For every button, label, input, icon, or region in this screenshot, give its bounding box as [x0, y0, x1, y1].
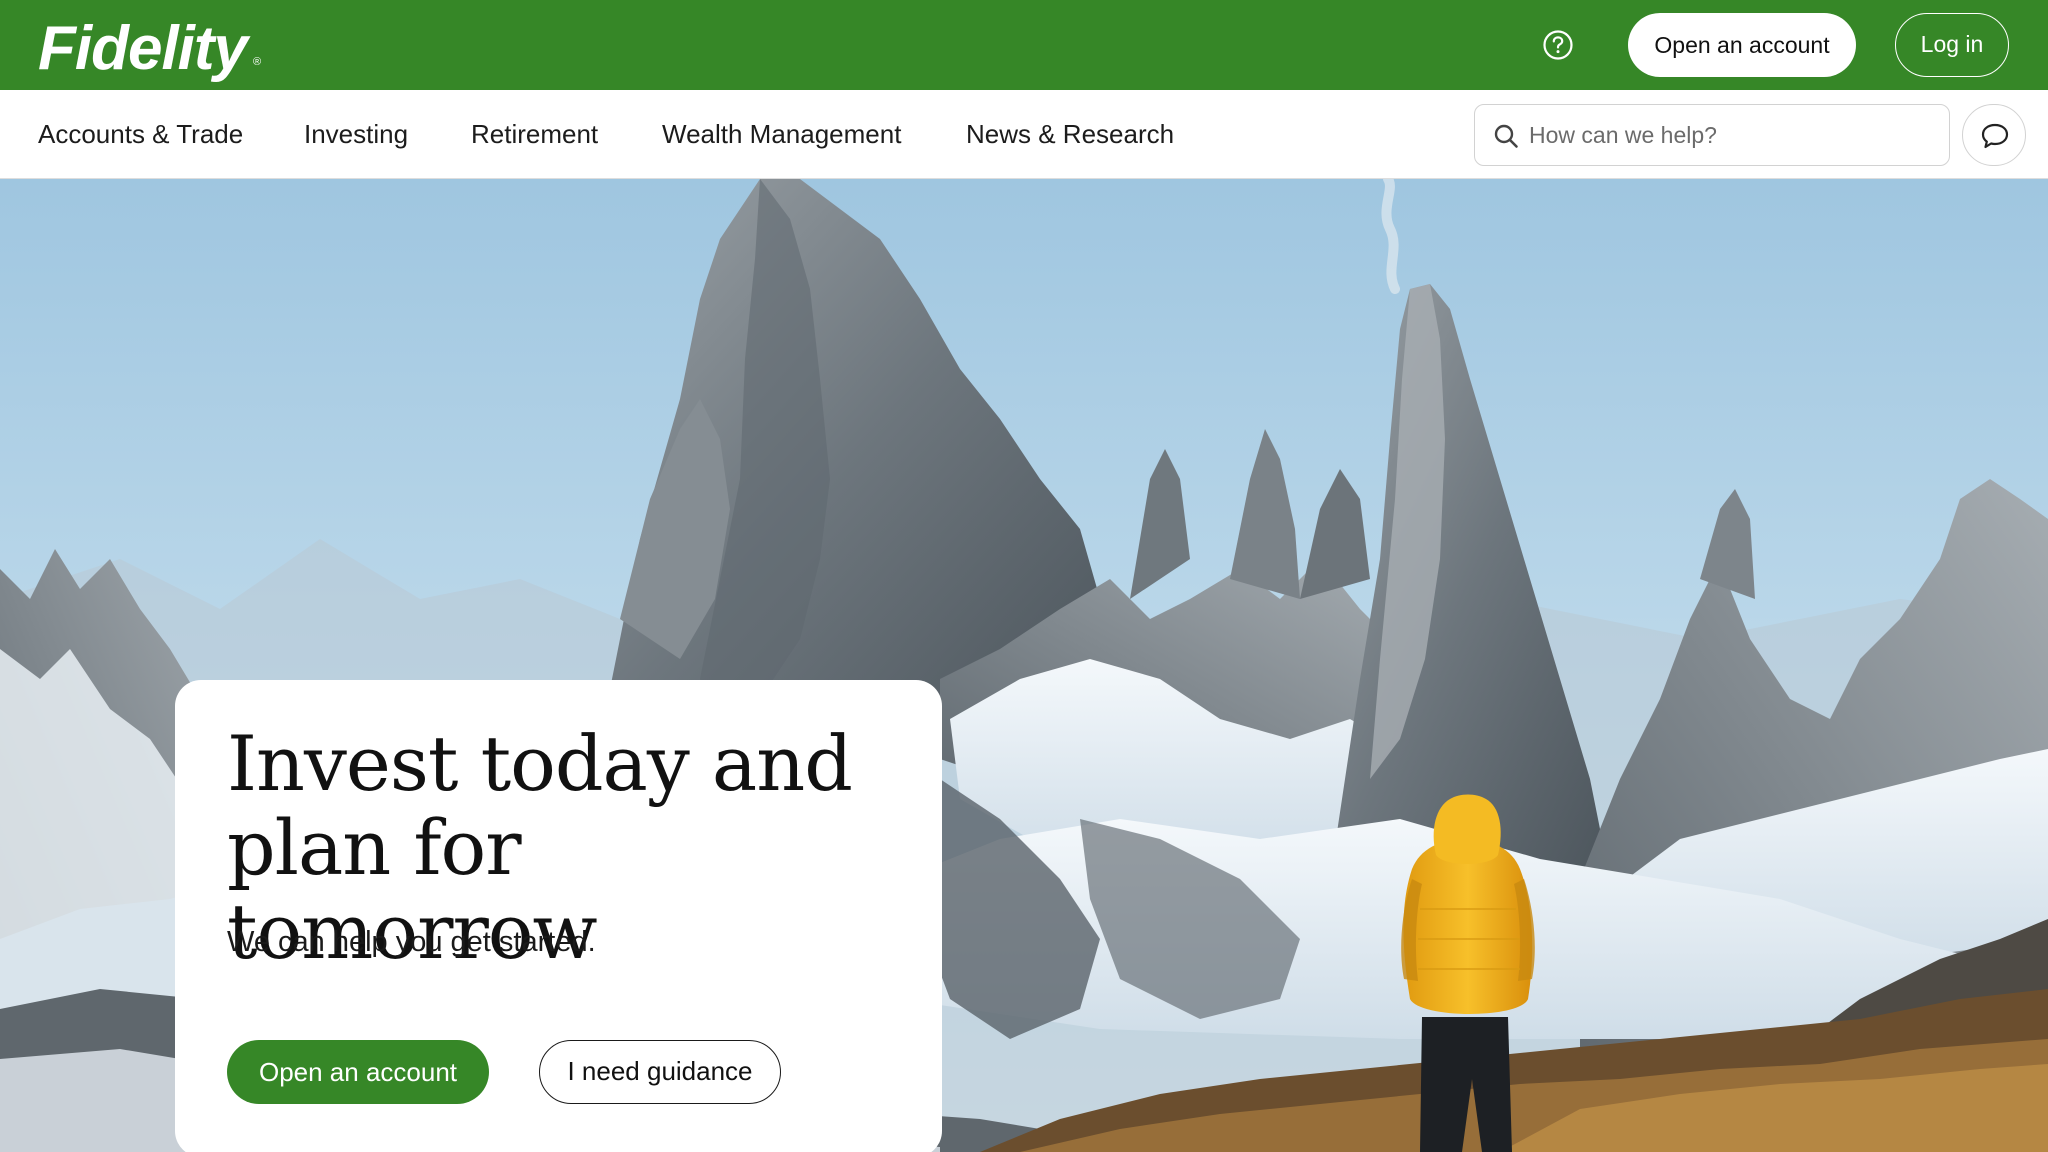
- fidelity-logo[interactable]: Fidelity: [38, 14, 248, 84]
- hero-section: Invest today and plan for tomorrow We ca…: [0, 179, 2048, 1152]
- nav-item-retirement[interactable]: Retirement: [471, 90, 598, 178]
- open-account-button[interactable]: Open an account: [1628, 13, 1856, 77]
- nav-item-news-research[interactable]: News & Research: [966, 90, 1174, 178]
- search-icon: [1494, 124, 1518, 148]
- nav-item-investing[interactable]: Investing: [304, 90, 408, 178]
- logo-registered-mark: ®: [253, 56, 262, 68]
- nav-item-accounts-trade[interactable]: Accounts & Trade: [38, 90, 243, 178]
- chat-button[interactable]: [1962, 104, 2026, 166]
- main-nav: Accounts & Trade Investing Retirement We…: [0, 90, 2048, 179]
- hero-open-account-button[interactable]: Open an account: [227, 1040, 489, 1104]
- top-bar: Fidelity ® Open an account Log in: [0, 0, 2048, 90]
- hero-subtitle: We can help you get started.: [227, 926, 596, 958]
- login-button[interactable]: Log in: [1895, 13, 2009, 77]
- search-input[interactable]: [1527, 113, 1927, 157]
- question-circle-icon[interactable]: [1542, 29, 1574, 61]
- search-box[interactable]: [1474, 104, 1950, 166]
- chat-bubble-icon: [1981, 123, 2009, 149]
- hero-card: Invest today and plan for tomorrow We ca…: [175, 680, 942, 1152]
- nav-item-wealth-management[interactable]: Wealth Management: [662, 90, 901, 178]
- need-guidance-button[interactable]: I need guidance: [539, 1040, 781, 1104]
